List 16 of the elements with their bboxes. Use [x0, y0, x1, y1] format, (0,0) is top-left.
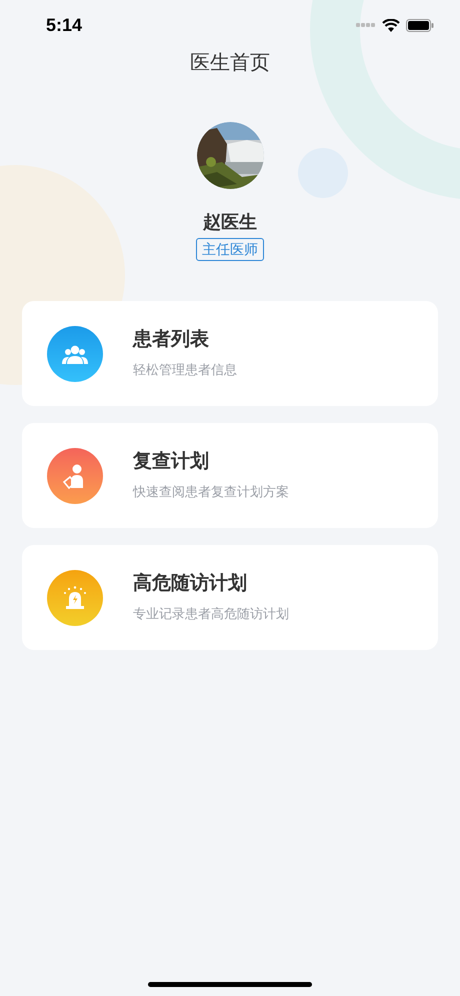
page-title: 医生首页 [190, 51, 270, 76]
menu-card[interactable]: 患者列表 轻松管理患者信息 [22, 301, 438, 406]
card-title: 复查计划 [133, 450, 210, 474]
card-subtitle: 轻松管理患者信息 [133, 361, 237, 379]
card-title: 患者列表 [133, 328, 210, 352]
menu-card[interactable]: 复查计划 快速查阅患者复查计划方案 [22, 423, 438, 528]
menu-card[interactable]: 高危随访计划 专业记录患者高危随访计划 [22, 545, 438, 650]
wifi-icon [382, 18, 400, 32]
card-subtitle: 专业记录患者高危随访计划 [133, 605, 289, 623]
card-title: 高危随访计划 [133, 572, 248, 596]
role-badge: 主任医师 [196, 238, 264, 261]
battery-icon [406, 18, 434, 32]
doctor-name: 赵医生 [203, 211, 257, 234]
signal-icon [356, 22, 376, 28]
card-subtitle: 快速查阅患者复查计划方案 [133, 483, 289, 501]
status-time: 5:14 [46, 14, 82, 36]
